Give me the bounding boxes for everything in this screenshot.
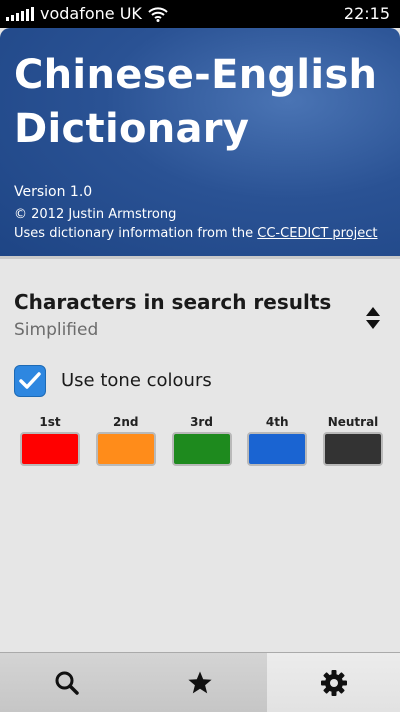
tone-colour-list: 1st 2nd 3rd 4th Neutral (17, 413, 386, 466)
tone-1st: 1st (17, 413, 83, 466)
tone-swatch-4th[interactable] (247, 432, 308, 466)
copyright-text: © 2012 Justin Armstrong (14, 207, 177, 222)
status-bar: vodafone UK 22:15 (0, 0, 400, 28)
tone-colours-checkbox[interactable] (14, 365, 46, 397)
star-icon (187, 671, 212, 693)
tone-label: Neutral (327, 415, 379, 429)
cc-cedict-link[interactable]: CC-CEDICT project (257, 226, 377, 241)
tone-label: 1st (39, 415, 61, 429)
tone-swatch-2nd[interactable] (95, 432, 156, 466)
status-time: 22:15 (343, 4, 390, 23)
source-text: Uses dictionary information from the CC-… (14, 226, 378, 241)
tone-swatch-3rd[interactable] (171, 432, 232, 466)
settings-tab-button[interactable] (267, 653, 400, 712)
tone-colours-label: Use tone colours (61, 370, 212, 391)
gear-icon (320, 669, 347, 696)
tone-3rd: 3rd (169, 413, 235, 466)
carrier-name: vodafone UK (40, 4, 142, 23)
checkmark-icon (19, 372, 41, 389)
search-tab-button[interactable] (0, 653, 133, 712)
up-down-arrows-icon[interactable] (364, 306, 382, 330)
tone-label: 4th (265, 415, 289, 429)
version-text: Version 1.0 (14, 184, 93, 200)
setting-value: Simplified (14, 320, 99, 340)
tone-label: 3rd (190, 415, 213, 429)
tone-neutral: Neutral (320, 413, 386, 466)
tone-swatch-neutral[interactable] (323, 432, 383, 466)
favourites-tab-button[interactable] (133, 653, 266, 712)
app-title: Chinese-English Dictionary (14, 52, 378, 152)
search-icon (55, 671, 79, 695)
about-header: Chinese-English Dictionary Version 1.0 ©… (0, 28, 400, 256)
bottom-toolbar (0, 652, 400, 712)
header-divider (0, 256, 400, 259)
tone-swatch-1st[interactable] (20, 432, 80, 466)
tone-2nd: 2nd (93, 413, 159, 466)
tone-label: 2nd (113, 415, 139, 429)
setting-title: Characters in search results (14, 290, 332, 314)
signal-bars-icon (6, 6, 34, 21)
status-bar-left: vodafone UK (6, 4, 168, 23)
wifi-icon (148, 6, 168, 22)
source-prefix: Uses dictionary information from the (14, 226, 258, 241)
tone-4th: 4th (244, 413, 310, 466)
